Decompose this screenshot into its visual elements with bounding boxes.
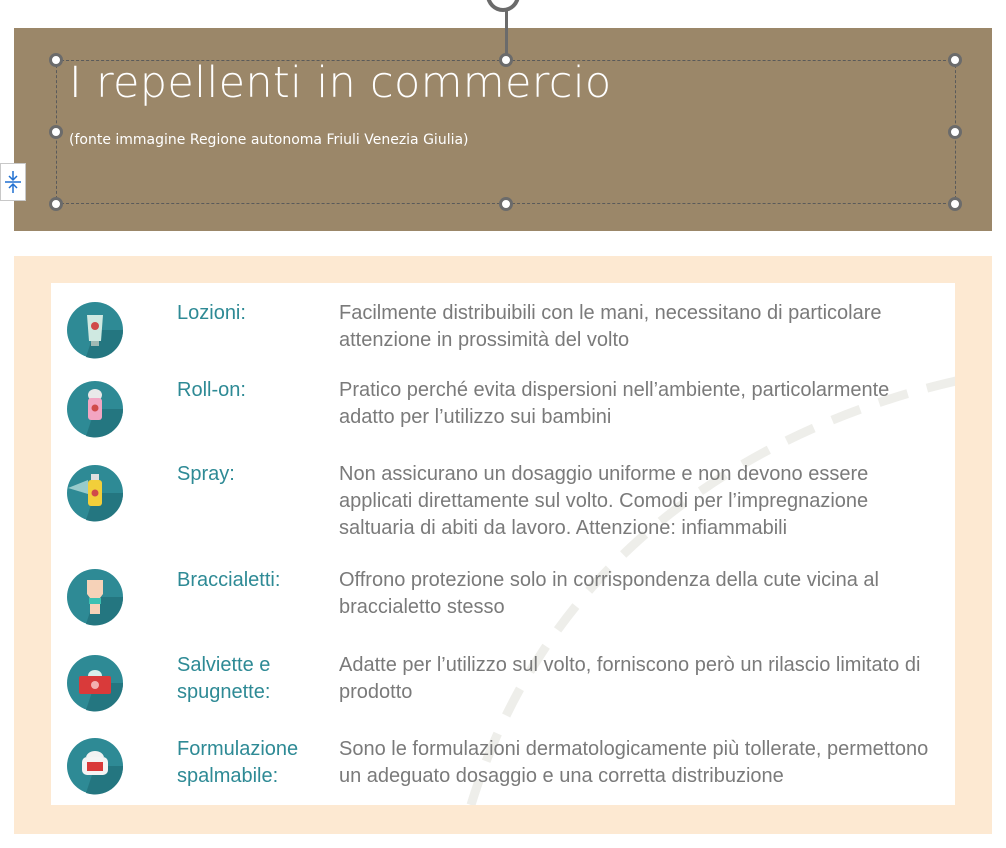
slide-title[interactable]: I repellenti in commercio	[69, 58, 612, 108]
resize-handle-top-left[interactable]	[49, 53, 63, 67]
item-description: Adatte per l’utilizzo sul volto, fornisc…	[339, 654, 921, 703]
resize-handle-middle-right[interactable]	[948, 125, 962, 139]
item-label: Formulazione spalmabile:	[177, 738, 299, 787]
item-label: Braccialetti:	[177, 569, 281, 591]
resize-handle-bottom-left[interactable]	[49, 197, 63, 211]
rotate-handle-icon[interactable]	[486, 0, 520, 12]
resize-handle-bottom-right[interactable]	[948, 197, 962, 211]
resize-handle-top-right[interactable]	[948, 53, 962, 67]
item-description: Offrono protezione solo in corrispondenz…	[339, 569, 879, 618]
item-label: Salviette e spugnette:	[177, 654, 271, 703]
cream-jar-icon	[67, 738, 124, 795]
resize-handle-middle-left[interactable]	[49, 125, 63, 139]
spray-can-icon	[67, 465, 124, 522]
wipes-box-icon	[67, 655, 124, 712]
item-label: Roll-on:	[177, 379, 246, 401]
slide-subtitle[interactable]: (fonte immagine Regione autonoma Friuli …	[69, 132, 469, 148]
content-panel[interactable]: Lozioni: Facilmente distribuibili con le…	[51, 283, 955, 805]
wristband-icon	[67, 569, 124, 626]
roll-on-icon	[67, 381, 124, 438]
item-description: Non assicurano un dosaggio uniforme e no…	[339, 463, 869, 539]
item-description: Pratico perché evita dispersioni nell’am…	[339, 379, 890, 428]
item-label: Lozioni:	[177, 302, 246, 324]
dashed-path-decoration	[466, 376, 955, 805]
lotion-tube-icon	[67, 302, 124, 359]
layout-options-button[interactable]	[0, 163, 26, 201]
item-description: Facilmente distribuibili con le mani, ne…	[339, 302, 882, 351]
item-description: Sono le formulazioni dermatologicamente …	[339, 738, 929, 787]
layout-options-icon	[5, 171, 21, 193]
resize-handle-bottom-center[interactable]	[499, 197, 513, 211]
item-label: Spray:	[177, 463, 235, 485]
